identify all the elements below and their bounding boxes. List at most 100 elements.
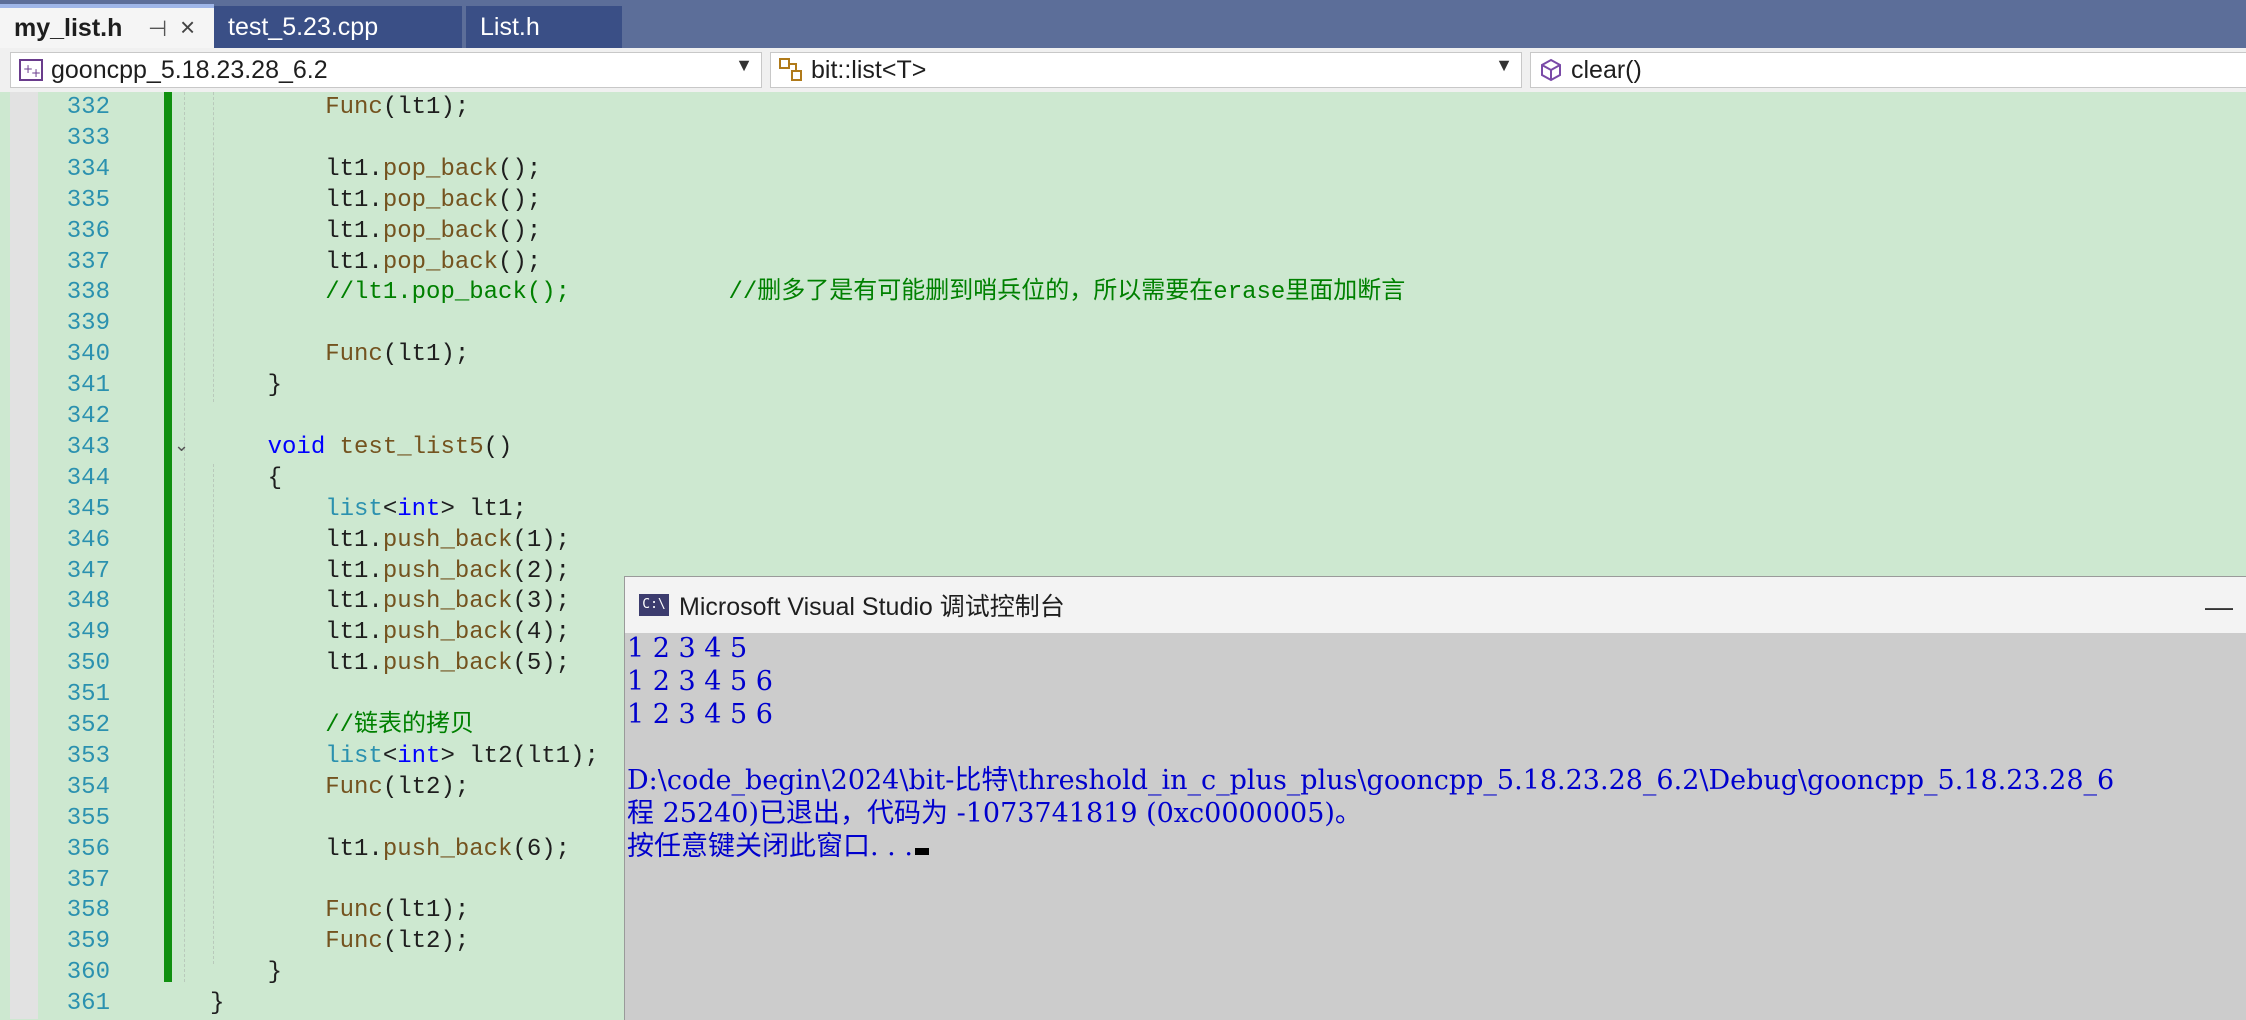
code-text: //链表的拷贝 [325, 712, 475, 739]
line-number: 360 [66, 959, 110, 987]
class-icon [777, 57, 805, 83]
code-line[interactable]: 336 lt1.pop_back(); [0, 216, 2246, 247]
line-number: 345 [66, 495, 110, 523]
project-dropdown[interactable]: + + gooncpp_5.18.23.28_6.2 ▼ [10, 52, 762, 88]
code-line[interactable]: 337 lt1.pop_back(); [0, 247, 2246, 278]
tab-my-list-h[interactable]: my_list.h ⊣ × [0, 4, 214, 48]
console-prompt-line: 按任意键关闭此窗口. . . [627, 831, 929, 863]
code-text: lt1.pop_back(); [210, 217, 542, 245]
code-text: lt1.pop_back(); [210, 186, 542, 214]
line-number: 352 [66, 712, 110, 739]
console-prompt-text: 按任意键关闭此窗口. . . [627, 831, 913, 862]
project-name: gooncpp_5.18.23.28_6.2 [51, 55, 328, 84]
code-line[interactable]: 335 lt1.pop_back(); [0, 185, 2246, 216]
console-title-bar[interactable]: C:\ Microsoft Visual Studio 调试控制台 — [625, 577, 2246, 633]
line-number: 351 [66, 681, 110, 709]
line-number: 336 [66, 217, 110, 245]
code-text: } [210, 372, 283, 400]
debug-console-window[interactable]: C:\ Microsoft Visual Studio 调试控制台 — 1 2 … [624, 576, 2246, 1020]
code-text: Func(lt2); [325, 928, 470, 956]
line-number: 341 [66, 372, 110, 400]
tab-list-h[interactable]: List.h [466, 6, 622, 48]
tab-test-5-23-cpp[interactable]: test_5.23.cpp [214, 6, 462, 48]
code-text: Func(lt1); [325, 897, 470, 925]
chevron-down-icon: ▼ [1495, 55, 1513, 75]
code-line[interactable]: 334 lt1.pop_back(); [0, 154, 2246, 185]
chevron-down-icon: ▼ [735, 55, 753, 75]
line-number: 354 [66, 773, 110, 801]
code-text: list<int> lt2(lt1); [325, 742, 599, 770]
line-number: 343 [66, 433, 110, 461]
code-line[interactable]: 332 Func(lt1); [0, 92, 2246, 123]
line-number: 332 [66, 94, 110, 121]
code-line[interactable]: 340 Func(lt1); [0, 339, 2246, 370]
code-line[interactable]: 343 ⌄ void test_list5() [0, 432, 2246, 463]
console-line: D:\code_begin\2024\bit-比特\threshold_in_c… [627, 765, 2115, 796]
line-number: 339 [66, 310, 110, 338]
pin-icon[interactable]: ⊣ [148, 16, 167, 42]
line-number: 344 [66, 464, 110, 492]
line-number: 333 [66, 124, 110, 152]
line-number: 355 [66, 804, 110, 832]
code-line[interactable]: 338 //lt1.pop_back(); //删多了是有可能删到哨兵位的，所以… [0, 277, 2246, 308]
navigation-bar: + + gooncpp_5.18.23.28_6.2 ▼ bit::list<T>… [0, 48, 2246, 93]
line-number: 337 [66, 248, 110, 276]
code-text: lt1.push_back(6); [210, 835, 571, 863]
code-text: lt1.push_back(4); [210, 619, 571, 647]
line-number: 350 [66, 650, 110, 678]
line-number: 334 [66, 155, 110, 183]
code-text: lt1.push_back(5); [210, 650, 571, 678]
console-app-icon: C:\ [639, 594, 669, 616]
line-number: 348 [66, 588, 110, 616]
code-line[interactable]: 339 [0, 308, 2246, 339]
line-number: 359 [66, 928, 110, 956]
line-number: 347 [66, 557, 110, 585]
line-number: 346 [66, 526, 110, 554]
code-line[interactable]: 346 lt1.push_back(1); [0, 525, 2246, 556]
line-number: 358 [66, 897, 110, 925]
code-text: lt1.push_back(3); [210, 588, 571, 616]
code-text: list<int> lt1; [325, 495, 527, 523]
text-cursor [914, 848, 929, 855]
console-line: 1 2 3 4 5 6 [627, 699, 773, 730]
code-line[interactable]: 345 list<int> lt1; [0, 494, 2246, 525]
line-number: 356 [66, 835, 110, 863]
console-output: 1 2 3 4 5 1 2 3 4 5 6 1 2 3 4 5 6 D:\cod… [625, 633, 2246, 1020]
line-number: 357 [66, 866, 110, 894]
minimize-icon[interactable]: — [2205, 591, 2233, 623]
member-name: clear() [1571, 55, 1642, 84]
tab-label: List.h [480, 12, 540, 41]
code-text: lt1.push_back(2); [210, 557, 571, 585]
code-text: Func(lt2); [325, 773, 470, 801]
member-dropdown[interactable]: clear() [1530, 52, 2246, 88]
code-line[interactable]: 333 [0, 123, 2246, 154]
code-text: lt1.pop_back(); [210, 248, 542, 276]
line-number: 349 [66, 619, 110, 647]
code-line[interactable]: 344 { [0, 463, 2246, 494]
project-icon: + + [17, 57, 45, 83]
code-text: Func(lt1); [325, 341, 470, 369]
line-number: 340 [66, 341, 110, 369]
code-text: lt1.push_back(1); [210, 526, 571, 554]
line-number: 342 [66, 403, 110, 430]
code-text: } [210, 959, 283, 987]
console-line: 1 2 3 4 5 6 [627, 666, 773, 697]
console-title: Microsoft Visual Studio 调试控制台 [679, 593, 1065, 621]
scope-dropdown[interactable]: bit::list<T> ▼ [770, 52, 1522, 88]
method-icon [1537, 57, 1565, 83]
code-text: lt1.pop_back(); [210, 155, 542, 183]
line-number: 361 [66, 990, 110, 1018]
code-text: { [210, 464, 283, 492]
code-text: } [210, 990, 225, 1018]
code-line[interactable]: 341 } [0, 370, 2246, 401]
console-line: 1 2 3 4 5 [627, 633, 748, 664]
tab-label: test_5.23.cpp [228, 12, 379, 41]
code-line[interactable]: 342 [0, 401, 2246, 432]
close-icon[interactable]: × [180, 12, 195, 43]
code-text: Func(lt1); [325, 94, 470, 121]
line-number: 338 [66, 279, 110, 307]
svg-text:+: + [31, 66, 41, 80]
tab-label: my_list.h [14, 13, 123, 42]
line-number: 353 [66, 742, 110, 770]
fold-toggle-icon[interactable]: ⌄ [174, 432, 189, 463]
